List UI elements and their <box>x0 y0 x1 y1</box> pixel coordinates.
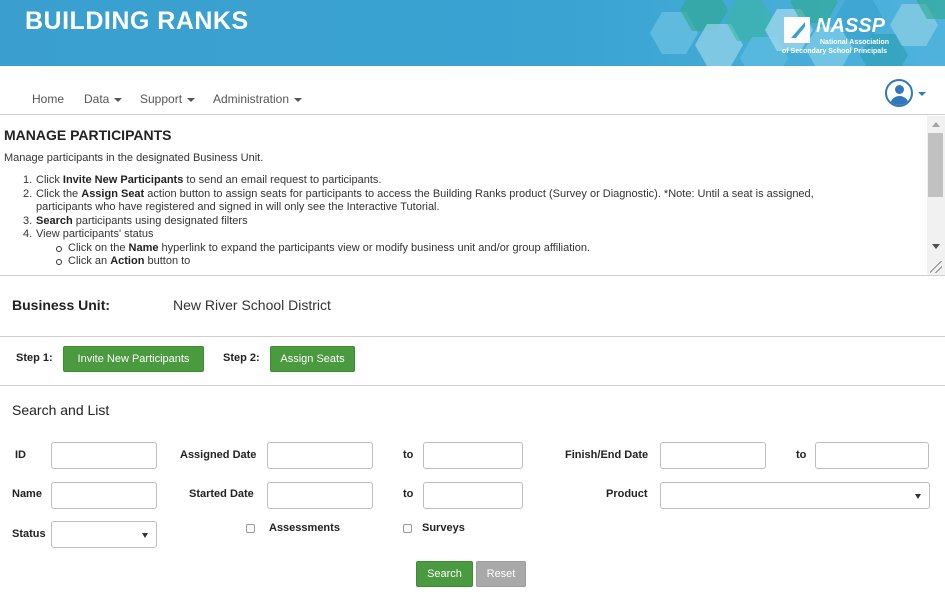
step1-label: Step 1: <box>16 352 53 364</box>
business-unit-row: Business Unit: New River School District <box>0 276 945 337</box>
finish-date-to-input[interactable] <box>815 442 929 469</box>
list-item: 4. View participants' status <box>23 228 154 240</box>
nav-item-home[interactable]: Home <box>32 92 64 106</box>
started-date-to-input[interactable] <box>423 482 523 509</box>
assigned-date-to-input[interactable] <box>423 442 523 469</box>
nav-item-label: Home <box>32 92 65 106</box>
search-section-title: Search and List <box>12 402 110 418</box>
reset-button[interactable]: Reset <box>476 561 526 587</box>
started-date-label: Started Date <box>189 488 254 500</box>
bullet-icon <box>56 245 62 252</box>
instructions-scrollbar[interactable] <box>927 116 945 275</box>
name-label: Name <box>12 488 42 500</box>
search-button[interactable]: Search <box>416 561 473 587</box>
status-select[interactable] <box>51 521 157 548</box>
product-select[interactable] <box>660 482 930 509</box>
caret-down-icon <box>142 533 148 538</box>
chevron-down-icon <box>114 97 123 102</box>
nav-item-label: Administration <box>213 92 290 106</box>
assigned-date-to-label: to <box>403 449 414 461</box>
instructions-panel: MANAGE PARTICIPANTS Manage participants … <box>0 116 945 276</box>
header-banner: BUILDING RANKS NASSP National Associatio… <box>0 0 945 66</box>
page-description: Manage participants in the designated Bu… <box>4 152 264 164</box>
logo-subtitle-1: National Association <box>820 39 889 46</box>
nassp-logo: NASSP National Association of Secondary … <box>780 15 900 61</box>
status-label: Status <box>12 528 46 540</box>
nav-item-data[interactable]: Data <box>84 92 123 106</box>
logo-name: NASSP <box>816 15 885 37</box>
list-item: 2. Click the Assign Seat action button to… <box>23 187 814 200</box>
finish-date-from-input[interactable] <box>660 442 766 469</box>
app-title: BUILDING RANKS <box>25 7 249 35</box>
assign-seats-button[interactable]: Assign Seats <box>270 346 355 372</box>
invite-new-participants-button[interactable]: Invite New Participants <box>63 346 204 372</box>
business-unit-value: New River School District <box>173 297 331 313</box>
assessments-checkbox[interactable] <box>246 524 255 533</box>
caret-down-icon <box>915 494 921 499</box>
id-input[interactable] <box>51 442 157 469</box>
scroll-down-arrow-icon[interactable] <box>932 244 940 249</box>
finish-date-to-label: to <box>796 449 807 461</box>
sub-list-item: Click on the Name hyperlink to expand th… <box>23 242 913 256</box>
list-item-continuation: participants who have registered and sig… <box>36 201 440 213</box>
scroll-up-arrow-icon[interactable] <box>932 122 940 127</box>
started-date-from-input[interactable] <box>267 482 373 509</box>
surveys-label: Surveys <box>422 522 465 534</box>
resize-handle-icon[interactable] <box>930 261 942 273</box>
bullet-icon <box>56 259 62 265</box>
nav-item-administration[interactable]: Administration <box>213 92 303 106</box>
step2-label: Step 2: <box>223 352 260 364</box>
business-unit-label: Business Unit: <box>12 297 111 313</box>
user-menu-chevron-icon[interactable] <box>918 92 926 96</box>
main-navbar: Home Data Support Administration <box>0 66 945 115</box>
list-item: 3. Search participants using designated f… <box>23 214 248 227</box>
chevron-down-icon <box>187 97 196 102</box>
scroll-thumb[interactable] <box>928 133 943 197</box>
assigned-date-label: Assigned Date <box>180 449 257 461</box>
nav-item-label: Support <box>140 92 183 106</box>
instructions-list: 1. Click Invite New Participants to send … <box>23 174 913 269</box>
list-item: 1. Click Invite New Participants to send … <box>23 174 382 186</box>
id-label: ID <box>15 449 26 461</box>
started-date-to-label: to <box>403 488 414 500</box>
chevron-down-icon <box>294 97 303 102</box>
steps-bar: Step 1: Invite New Participants Step 2: … <box>0 338 945 386</box>
assigned-date-from-input[interactable] <box>267 442 373 469</box>
assessments-label: Assessments <box>269 522 340 534</box>
product-label: Product <box>606 488 648 500</box>
nav-item-support[interactable]: Support <box>140 92 196 106</box>
user-avatar-icon[interactable] <box>885 79 913 107</box>
surveys-checkbox[interactable] <box>403 524 412 533</box>
nassp-logo-mark-icon <box>784 17 810 43</box>
nav-item-label: Data <box>84 92 110 106</box>
logo-subtitle-2: of Secondary School Principals <box>782 48 888 55</box>
page-title: MANAGE PARTICIPANTS <box>4 127 172 143</box>
sub-list-item: Click an Action button to <box>23 255 913 269</box>
name-input[interactable] <box>51 482 157 509</box>
finish-end-date-label: Finish/End Date <box>565 449 649 461</box>
